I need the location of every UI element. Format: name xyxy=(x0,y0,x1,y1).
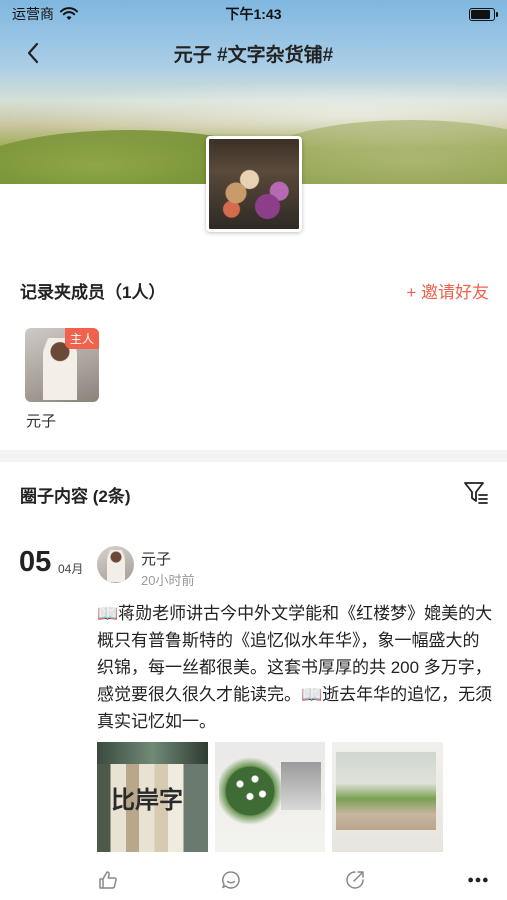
author-avatar[interactable] xyxy=(97,546,134,583)
nav-bar: 元子 #文字杂货铺# xyxy=(0,30,507,76)
back-button[interactable] xyxy=(18,38,48,68)
book-title-text: 比岸字 xyxy=(111,785,183,814)
invite-friends-button[interactable]: + 邀请好友 xyxy=(406,278,489,303)
chevron-left-icon xyxy=(27,42,39,64)
post-date-month: 04月 xyxy=(58,562,84,576)
filter-icon xyxy=(464,482,488,504)
wifi-icon xyxy=(60,7,78,20)
member-name: 元子 xyxy=(26,413,57,430)
circle-content-section: 圈子内容 (2条) 05 04月 元子 20小时前 📖蒋勋老师讲古今中外文学能和… xyxy=(0,462,507,900)
post-author[interactable]: 元子 xyxy=(141,548,171,569)
filter-button[interactable] xyxy=(463,480,489,506)
post-photo-books[interactable]: 比岸字 xyxy=(97,742,208,852)
circle-content-title: 圈子内容 (2条) xyxy=(20,487,131,506)
post-photo-flowers[interactable] xyxy=(214,742,326,852)
sushi-photo xyxy=(209,139,299,229)
more-icon xyxy=(468,877,488,883)
comment-icon xyxy=(222,871,241,889)
invite-label: + 邀请好友 xyxy=(406,283,489,302)
thumbs-up-icon xyxy=(99,871,117,889)
members-section: 记录夹成员（1人） + 邀请好友 主人 元子 xyxy=(0,260,507,450)
comment-button[interactable] xyxy=(220,869,242,891)
owner-badge: 主人 xyxy=(64,328,99,349)
circle-cover-image[interactable] xyxy=(206,136,302,232)
like-button[interactable] xyxy=(97,869,119,891)
more-button[interactable] xyxy=(467,869,489,891)
share-icon xyxy=(345,871,364,889)
page-title: 元子 #文字杂货铺# xyxy=(173,44,334,66)
share-button[interactable] xyxy=(344,869,366,891)
members-title: 记录夹成员（1人） xyxy=(20,283,166,302)
post-photo-garden[interactable] xyxy=(332,742,444,852)
member-avatar[interactable]: 主人 xyxy=(25,328,99,402)
post-actions xyxy=(97,867,489,893)
post-text: 📖蒋勋老师讲古今中外文学能和《红楼梦》媲美的大概只有普鲁斯特的《追忆似水年华》，… xyxy=(97,604,493,731)
post-photos: 比岸字 xyxy=(97,742,444,852)
battery-icon xyxy=(469,7,498,21)
post-date-day: 05 xyxy=(19,546,52,578)
status-bar: 运营商 下午1:43 xyxy=(0,0,507,28)
post-time: 20小时前 xyxy=(141,573,195,588)
carrier-label: 运营商 xyxy=(12,6,54,22)
section-divider xyxy=(0,450,507,462)
